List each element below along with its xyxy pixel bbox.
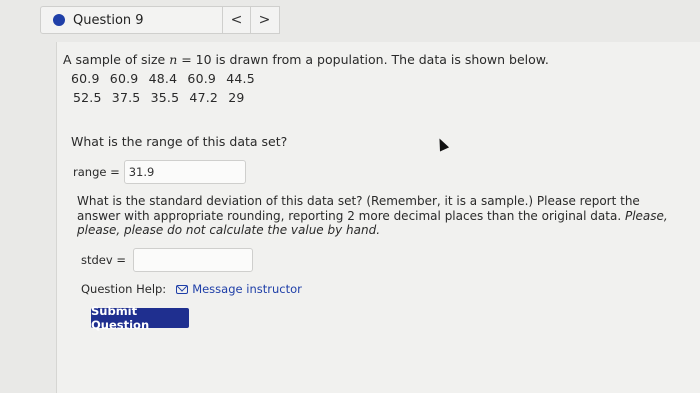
stdev-label: stdev =: [81, 253, 126, 267]
question-help: Question Help: Message instructor: [81, 282, 302, 296]
range-label: range =: [73, 165, 120, 179]
prev-question-button[interactable]: <: [222, 7, 250, 33]
question-help-label: Question Help:: [81, 282, 167, 296]
question-intro: A sample of size n = 10 is drawn from a …: [63, 52, 549, 67]
stdev-answer-row: stdev =: [81, 248, 253, 272]
question-card: A sample of size n = 10 is drawn from a …: [56, 42, 700, 393]
range-answer-row: range =: [73, 160, 246, 184]
status-dot-icon: [53, 14, 65, 26]
submit-question-button[interactable]: Submit Question: [91, 304, 189, 332]
envelope-icon: [176, 284, 189, 294]
stdev-input[interactable]: [132, 248, 253, 272]
message-instructor-link[interactable]: Message instructor: [176, 282, 302, 296]
range-input[interactable]: [123, 160, 246, 184]
data-row-2: 52.5 37.5 35.5 47.2 29: [73, 90, 245, 105]
range-question: What is the range of this data set?: [71, 134, 288, 149]
next-question-button[interactable]: >: [250, 7, 278, 33]
stdev-question: What is the standard deviation of this d…: [77, 194, 668, 237]
question-nav: < >: [222, 6, 280, 34]
data-row-1: 60.9 60.9 48.4 60.9 44.5: [71, 71, 255, 86]
